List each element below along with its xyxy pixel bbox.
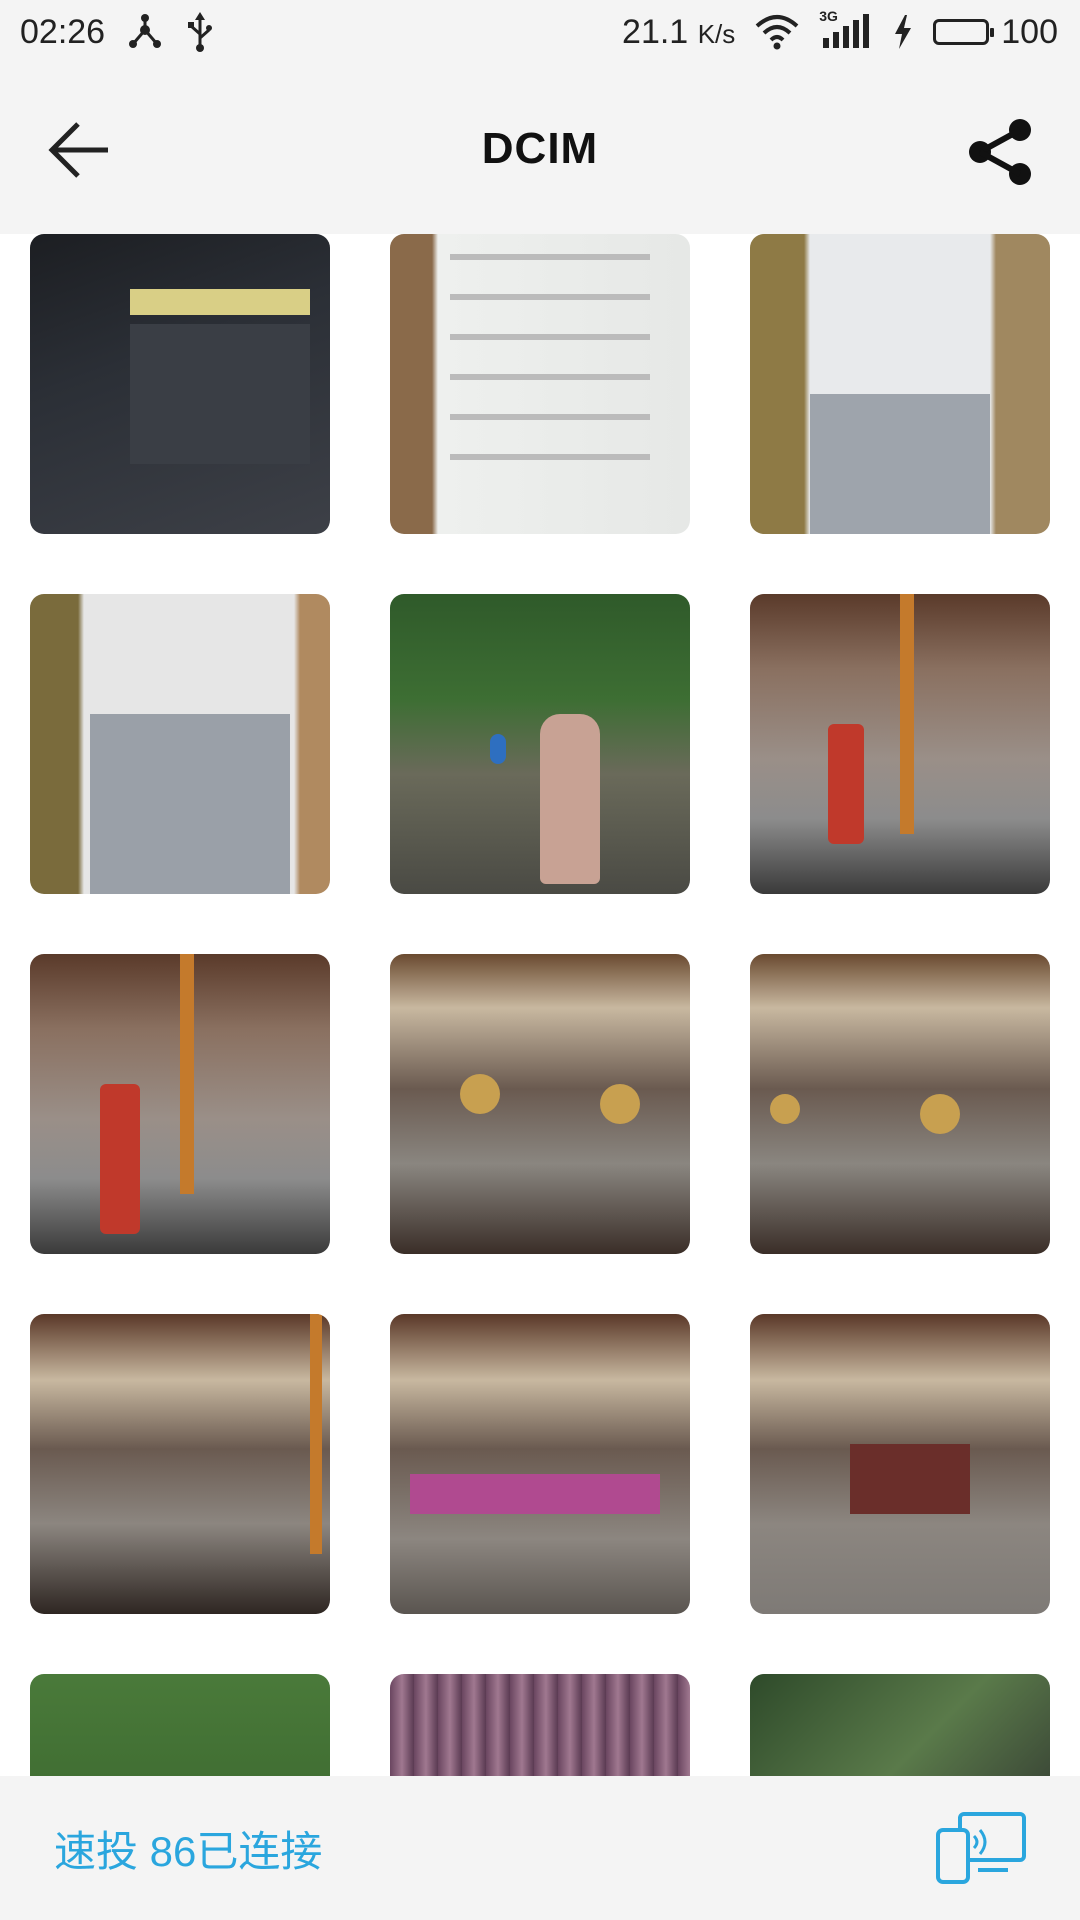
photo-thumbnail[interactable] [390, 594, 690, 894]
photo-thumbnail[interactable] [390, 1674, 690, 1776]
battery-indicator: 100 [933, 13, 1058, 52]
signal-icon: 3G [819, 8, 873, 50]
screen-cast-icon [936, 1812, 1026, 1884]
photo-thumbnail[interactable] [390, 954, 690, 1254]
network-speed: 21.1 K/s [622, 13, 735, 52]
battery-level: 100 [1001, 12, 1058, 51]
photo-thumbnail[interactable] [750, 1314, 1050, 1614]
back-button[interactable] [42, 112, 118, 188]
photo-thumbnail[interactable] [390, 1314, 690, 1614]
photo-thumbnail[interactable] [750, 234, 1050, 534]
back-arrow-icon [48, 122, 108, 178]
photo-thumbnail[interactable] [750, 954, 1050, 1254]
status-bar: 02:26 21.1 K/s 3G 100 [0, 0, 1080, 64]
photo-thumbnail[interactable] [30, 1674, 330, 1776]
status-time: 02:26 [20, 12, 106, 51]
photo-thumbnail[interactable] [30, 954, 330, 1254]
photo-thumbnail[interactable] [750, 594, 1050, 894]
photo-thumbnail[interactable] [390, 234, 690, 534]
photo-thumbnail[interactable] [750, 1674, 1050, 1776]
speed-value: 21.1 [622, 12, 689, 51]
share-button[interactable] [960, 112, 1040, 192]
battery-icon [933, 19, 995, 45]
photo-grid [0, 234, 1080, 1776]
top-bar: DCIM [0, 64, 1080, 234]
page-title: DCIM [481, 124, 599, 173]
photo-thumbnail[interactable] [30, 594, 330, 894]
status-left: 02:26 [0, 12, 215, 52]
status-right: 21.1 K/s 3G 100 [622, 8, 1080, 52]
usb-icon [185, 12, 215, 52]
speed-unit: K/s [697, 18, 736, 49]
cast-status[interactable]: 速投 86已连接 [0, 1818, 322, 1879]
share-icon [969, 119, 1031, 185]
cast-bar: 速投 86已连接 [0, 1776, 1080, 1920]
charging-icon [893, 15, 913, 49]
network-type: 3G [819, 8, 838, 24]
photo-thumbnail[interactable] [30, 234, 330, 534]
screen-cast-button[interactable] [934, 1808, 1030, 1888]
share-network-icon [125, 12, 165, 52]
photo-thumbnail[interactable] [30, 1314, 330, 1614]
wifi-icon [755, 14, 799, 50]
